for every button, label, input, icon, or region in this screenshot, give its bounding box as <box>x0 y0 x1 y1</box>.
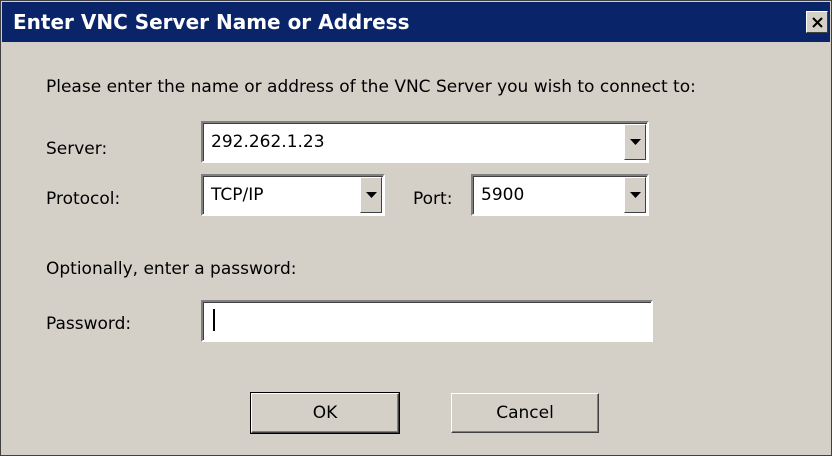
window-title: Enter VNC Server Name or Address <box>13 10 410 34</box>
chevron-down-icon <box>365 191 377 198</box>
password-input[interactable] <box>201 300 653 342</box>
protocol-dropdown-button[interactable] <box>360 177 382 213</box>
close-icon <box>811 16 823 28</box>
port-label: Port: <box>413 189 453 209</box>
server-value: 292.262.1.23 <box>211 132 325 152</box>
password-label: Password: <box>46 314 132 334</box>
instruction-text: Please enter the name or address of the … <box>46 77 696 97</box>
text-caret <box>213 309 215 331</box>
protocol-label: Protocol: <box>46 189 121 209</box>
server-combobox[interactable]: 292.262.1.23 <box>201 121 649 163</box>
vnc-connect-dialog: Enter VNC Server Name or Address Please … <box>0 0 832 456</box>
close-button[interactable] <box>806 11 828 33</box>
server-dropdown-button[interactable] <box>624 124 646 160</box>
title-bar: Enter VNC Server Name or Address <box>2 2 830 42</box>
protocol-value: TCP/IP <box>211 185 264 205</box>
port-combobox[interactable]: 5900 <box>471 174 649 216</box>
server-label: Server: <box>46 139 108 159</box>
port-dropdown-button[interactable] <box>624 177 646 213</box>
cancel-button[interactable]: Cancel <box>451 393 599 433</box>
ok-button[interactable]: OK <box>250 392 400 434</box>
chevron-down-icon <box>629 138 641 145</box>
chevron-down-icon <box>629 191 641 198</box>
protocol-select[interactable]: TCP/IP <box>201 174 385 216</box>
port-value: 5900 <box>481 185 525 205</box>
password-hint: Optionally, enter a password: <box>46 259 297 279</box>
